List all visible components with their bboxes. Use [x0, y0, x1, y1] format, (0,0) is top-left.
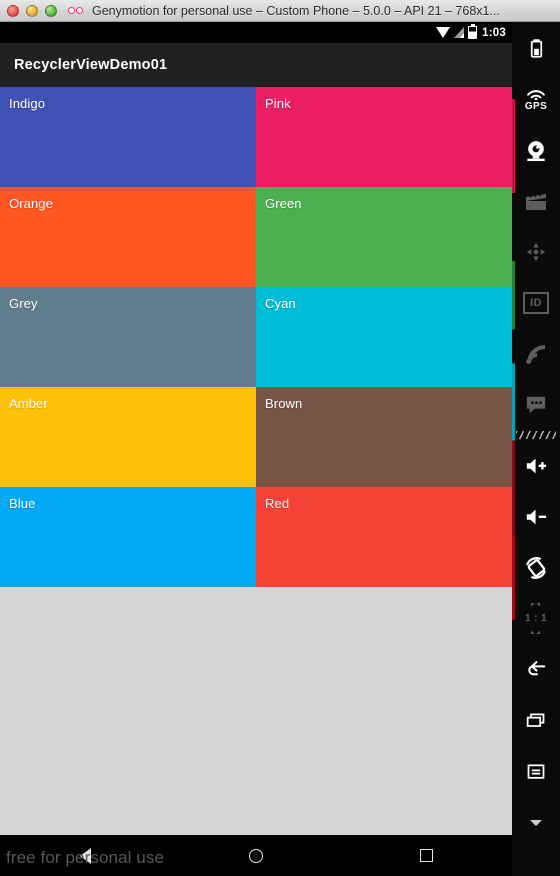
- nav-home-button[interactable]: [226, 835, 286, 876]
- wifi-icon: [436, 27, 451, 38]
- minimize-button[interactable]: [26, 4, 38, 17]
- menu-icon: [522, 762, 550, 782]
- page-title: RecyclerViewDemo01: [14, 57, 168, 73]
- sms-widget: [512, 379, 560, 430]
- actual-size-button: 1 : 1: [512, 593, 560, 644]
- back-icon: [521, 659, 551, 681]
- camera-widget[interactable]: [512, 124, 560, 175]
- dpad-icon: [521, 241, 551, 263]
- grid-cell[interactable]: Red: [256, 487, 512, 587]
- nav-recents-button[interactable]: [397, 835, 457, 876]
- grid-cell-label: Amber: [9, 396, 48, 411]
- grid-cell[interactable]: Green: [256, 187, 512, 287]
- toolbar-separator: [516, 431, 556, 439]
- status-bar-clock: 1:03: [482, 26, 506, 39]
- network-widget: [512, 328, 560, 379]
- grid-cell-label: Cyan: [265, 296, 296, 311]
- window-titlebar: Genymotion for personal use – Custom Pho…: [0, 0, 560, 22]
- genymotion-window: Genymotion for personal use – Custom Pho…: [0, 0, 560, 876]
- close-button[interactable]: [7, 4, 19, 17]
- android-recents-button[interactable]: [512, 695, 560, 746]
- grid-cell[interactable]: Amber: [0, 387, 256, 487]
- signal-icon: [454, 27, 465, 38]
- genymotion-logo-icon: [66, 5, 84, 17]
- dpad-widget: [512, 226, 560, 277]
- recents-square-icon: [420, 849, 434, 862]
- app-action-bar: RecyclerViewDemo01: [0, 43, 512, 87]
- network-icon: [523, 342, 549, 366]
- recents-icon: [522, 711, 550, 731]
- video-widget: [512, 175, 560, 226]
- status-icons: [436, 24, 478, 39]
- clapper-icon: [523, 189, 549, 213]
- battery-widget[interactable]: [512, 22, 560, 73]
- rotate-icon: [523, 555, 549, 581]
- battery-icon: [527, 36, 546, 60]
- trial-watermark: free for personal use: [6, 848, 165, 867]
- sms-icon: [523, 394, 549, 416]
- grid-cell[interactable]: Blue: [0, 487, 256, 587]
- volume-down-icon: [521, 506, 551, 528]
- android-status-bar: 1:03: [0, 22, 512, 43]
- grid-cell-label: Brown: [265, 396, 303, 411]
- grid-cell-label: Blue: [9, 496, 36, 511]
- device-screen: 1:03 RecyclerViewDemo01 Indigo Pink Orange…: [0, 22, 512, 876]
- grid-cell[interactable]: Brown: [256, 387, 512, 487]
- grid-cell[interactable]: Cyan: [256, 287, 512, 387]
- genymotion-toolbar: GPS ID 1 : 1: [512, 22, 560, 876]
- grid-cell-label: Grey: [9, 296, 38, 311]
- window-title: Genymotion for personal use – Custom Pho…: [92, 3, 500, 18]
- identifiers-widget: ID: [512, 277, 560, 328]
- recycler-view-grid: Indigo Pink Orange Green Grey Cyan Amber Brown B…: [0, 87, 512, 876]
- grid-cell-label: Indigo: [9, 96, 46, 111]
- more-button[interactable]: [512, 797, 560, 848]
- gps-icon: GPS: [525, 85, 547, 112]
- volume-up-button[interactable]: [512, 440, 560, 491]
- volume-up-icon: [521, 455, 551, 477]
- zoom-button[interactable]: [45, 4, 57, 17]
- grid-cell[interactable]: Orange: [0, 187, 256, 287]
- android-back-button[interactable]: [512, 644, 560, 695]
- id-icon: ID: [523, 291, 549, 314]
- android-menu-button[interactable]: [512, 746, 560, 797]
- window-controls: [7, 4, 57, 17]
- battery-icon: [468, 24, 478, 39]
- home-circle-icon: [248, 848, 263, 863]
- gps-widget[interactable]: GPS: [512, 73, 560, 124]
- grid-cell-label: Orange: [9, 196, 53, 211]
- grid-cell-label: Pink: [265, 96, 291, 111]
- grid-cell-label: Green: [265, 196, 302, 211]
- grid-cell-label: Red: [265, 496, 290, 511]
- grid-cell[interactable]: Indigo: [0, 87, 256, 187]
- volume-down-button[interactable]: [512, 491, 560, 542]
- one-to-one-icon: 1 : 1: [525, 603, 547, 634]
- camera-icon: [523, 137, 549, 163]
- rotate-button[interactable]: [512, 542, 560, 593]
- android-nav-bar: free for personal use: [0, 835, 512, 876]
- grid-cell[interactable]: Grey: [0, 287, 256, 387]
- grid-cell[interactable]: Pink: [256, 87, 512, 187]
- chevron-down-icon: [530, 819, 542, 826]
